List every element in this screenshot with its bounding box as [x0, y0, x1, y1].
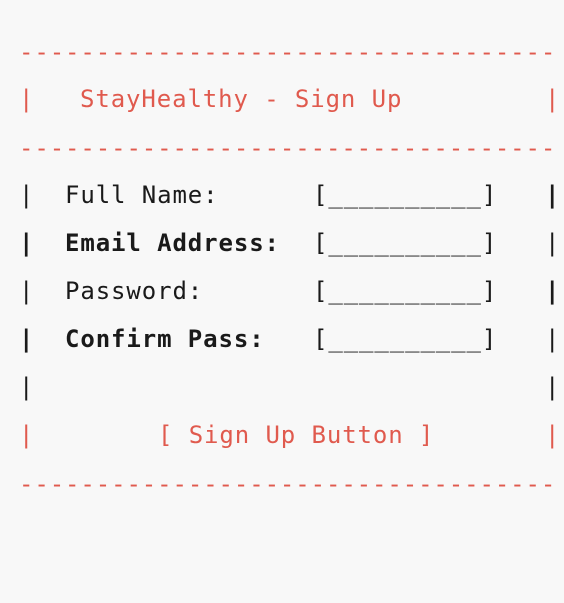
left-border-pipe: | — [19, 325, 35, 353]
password-row: | Password: [__________] | — [19, 267, 559, 315]
email-row: | Email Address: [__________] | — [19, 219, 559, 267]
full-name-row: | Full Name: [__________] | — [19, 171, 559, 219]
bottom-border: ------------------------------------ — [19, 470, 559, 498]
page-title: StayHealthy - Sign Up — [80, 85, 403, 113]
spacer-row: | | — [19, 363, 559, 411]
header-separator: ------------------------------------ — [19, 134, 559, 162]
confirm-pass-label: Confirm Pass: — [65, 325, 265, 353]
email-field[interactable]: [__________] — [313, 219, 497, 267]
full-name-field[interactable]: [__________] — [313, 171, 497, 219]
right-border-pipe: | — [545, 229, 561, 257]
left-border-pipe: | — [19, 85, 35, 113]
left-border-pipe: | — [19, 421, 35, 449]
top-border: ------------------------------------ — [19, 38, 559, 66]
right-border-pipe: | — [545, 181, 561, 209]
right-border-pipe: | — [545, 85, 561, 113]
email-label: Email Address: — [65, 229, 280, 257]
left-border-pipe: | — [19, 277, 35, 305]
title-row: | StayHealthy - Sign Up | — [19, 75, 559, 123]
full-name-label: Full Name: — [65, 181, 219, 209]
confirm-pass-row: | Confirm Pass: [__________] | — [19, 315, 559, 363]
left-border-pipe: | — [19, 373, 35, 401]
sign-up-button[interactable]: [ Sign Up Button ] — [158, 411, 434, 459]
right-border-pipe: | — [545, 373, 561, 401]
left-border-pipe: | — [19, 181, 35, 209]
right-border-pipe: | — [545, 421, 561, 449]
left-border-pipe: | — [19, 229, 35, 257]
password-field[interactable]: [__________] — [313, 267, 497, 315]
right-border-pipe: | — [545, 277, 561, 305]
right-border-pipe: | — [545, 325, 561, 353]
confirm-pass-field[interactable]: [__________] — [313, 315, 497, 363]
password-label: Password: — [65, 277, 204, 305]
submit-row: | [ Sign Up Button ] | — [19, 411, 559, 459]
